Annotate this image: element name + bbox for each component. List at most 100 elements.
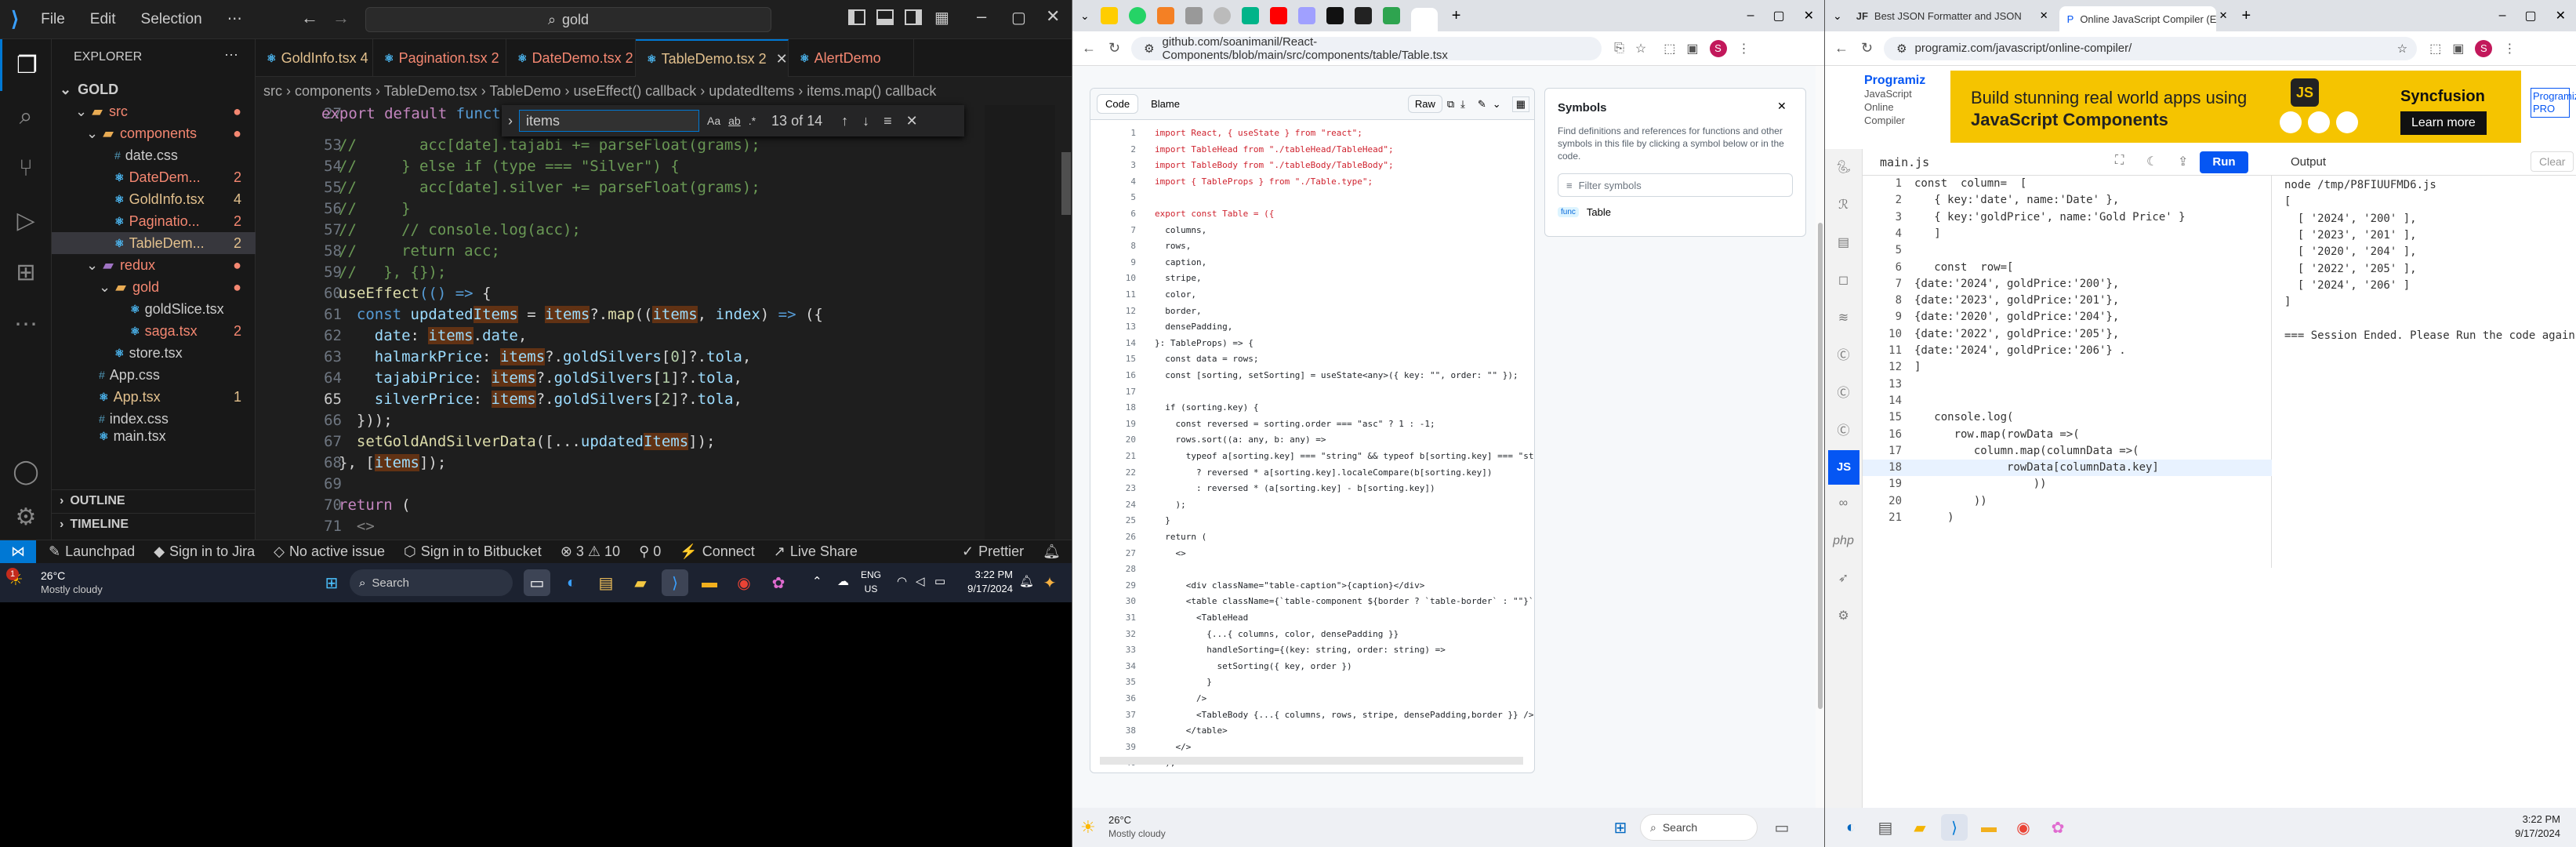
wifi-icon[interactable]: ◠ [897,574,907,588]
vscode-taskbar-icon[interactable]: ⟩ [662,569,688,596]
copilot-icon[interactable]: ✦ [1036,569,1063,596]
regex-icon[interactable]: .* [749,115,756,127]
minimize-icon[interactable]: – [977,6,986,27]
ad-learn-more-button[interactable]: Learn more [2400,111,2487,135]
search-view-icon[interactable]: ⌕ [0,91,52,143]
whole-word-icon[interactable]: ab [728,115,741,127]
explorer-more-icon[interactable]: ⋯ [224,47,238,64]
tree-item-pagination[interactable]: ⚛ Paginatio... 2 [52,210,256,232]
chrome-icon[interactable]: ◉ [731,569,757,596]
copy-icon[interactable]: ⧉ [1447,98,1454,111]
star-icon[interactable]: ☆ [2397,42,2407,56]
account-icon[interactable]: ◯ [0,445,52,497]
battery-icon[interactable]: ▭ [934,574,945,588]
tree-item-index-css[interactable]: # index.css [52,408,256,430]
store-icon[interactable]: ▤ [593,569,619,596]
customize-layout-icon[interactable]: ▦ [934,8,949,27]
theme-toggle-icon[interactable]: ☾ [2146,154,2157,169]
close-icon[interactable]: ✕ [1804,8,1814,24]
tree-item-gold[interactable]: ⌄ ▰ gold ● [52,276,256,298]
close-icon[interactable]: ✕ [1777,100,1787,113]
minimap[interactable] [985,105,1055,540]
status-ports[interactable]: ⚲ 0 [639,543,661,560]
programiz-pro-link[interactable]: Programiz PRO [2531,88,2576,118]
minimize-icon[interactable]: – [1747,9,1754,23]
more-icon[interactable]: ⋮ [1738,41,1751,56]
outline-section[interactable]: › OUTLINE [52,489,256,511]
menu-selection[interactable]: Selection [141,11,202,28]
download-icon[interactable]: ⤓ [1460,98,1465,111]
tree-root-gold[interactable]: ⌄ GOLD [52,78,256,100]
file-tab[interactable]: main.js [1880,155,1929,169]
programiz-logo-block[interactable]: Programiz JavaScript Online Compiler [1864,74,1935,127]
tree-item-main-tsx[interactable]: ⚛ main.tsx [52,430,256,442]
rust-icon[interactable]: ⚙ [1825,598,1862,635]
app-icon[interactable]: ✿ [765,569,792,596]
windows-start-icon[interactable]: ⊞ [1607,814,1634,841]
weather-widget[interactable]: ☀ 1 [6,568,34,596]
symbols-panel-icon[interactable]: ▦ [1511,96,1529,112]
tree-item-date-css[interactable]: # date.css [52,144,256,166]
forward-arrow-icon[interactable]: → [332,8,350,28]
close-icon[interactable]: ✕ [2556,8,2566,24]
filter-symbols-input[interactable]: ≡ Filter symbols [1558,173,1793,197]
tree-item-app-css[interactable]: # App.css [52,364,256,386]
store-icon[interactable]: ▤ [1872,814,1899,841]
back-arrow-icon[interactable]: ← [1082,40,1096,56]
install-icon[interactable]: ⎘ [1614,42,1624,56]
status-jira[interactable]: Sign in to Jira [169,543,255,560]
volume-icon[interactable]: ◁ [916,574,925,588]
status-prettier[interactable]: Prettier [978,543,1024,560]
file-manager-icon[interactable]: ▬ [1976,814,2002,841]
tab-close-icon[interactable]: ✕ [776,51,788,67]
tree-item-tabledemo[interactable]: ⚛ TableDem... 2 [52,232,256,254]
tab-datedemo[interactable]: ⚛ DateDemo.tsx 2 [506,39,636,77]
language-indicator[interactable]: ENG US [861,568,881,596]
tree-item-src[interactable]: ⌄ ▰ src ● [52,100,256,122]
browser-tab-json[interactable]: JF Best JSON Formatter and JSON [1856,10,2037,22]
tab-favicon[interactable] [1213,7,1231,24]
symbol-item-table[interactable]: func Table [1558,206,1611,218]
close-icon[interactable]: ✕ [1046,6,1060,27]
toggle-panel-icon[interactable] [876,9,894,25]
toggle-sidebar-icon[interactable] [848,9,865,25]
fullscreen-icon[interactable]: ⛶ [2115,154,2124,168]
file-explorer-icon[interactable]: ▰ [1907,814,1933,841]
breadcrumb[interactable]: src › components › TableDemo.tsx › Table… [256,77,1072,105]
tab-close-icon[interactable]: ✕ [2219,9,2228,22]
raw-button[interactable]: Raw [1407,95,1442,113]
onedrive-icon[interactable]: ☁ [837,574,849,588]
tab-blame[interactable]: Blame [1143,95,1188,113]
tab-favicon[interactable] [1326,7,1344,24]
tab-favicon[interactable] [1100,7,1118,24]
explorer-icon[interactable]: ❐ [0,39,52,91]
find-input[interactable]: items [519,110,699,132]
tab-favicon[interactable] [1156,7,1174,24]
run-button[interactable]: Run [2200,151,2248,173]
chevron-up-icon[interactable]: ⌃ [812,574,822,588]
bell-icon[interactable]: 🔔︎ [1043,543,1061,560]
match-case-icon[interactable]: Aa [707,115,720,127]
tab-favicon[interactable] [1354,7,1372,24]
tree-item-saga[interactable]: ⚛ saga.tsx 2 [52,320,256,342]
chevron-right-icon[interactable]: › [508,113,513,129]
sun-icon[interactable]: ☀ [1080,817,1096,838]
back-arrow-icon[interactable]: ← [301,8,318,28]
vscode-taskbar-icon[interactable]: ⟩ [1941,814,1968,841]
clock[interactable]: 3:22 PM 9/17/2024 [958,568,1013,596]
back-arrow-icon[interactable]: ← [1834,40,1849,56]
menu-more-icon[interactable]: ⋯ [227,10,242,28]
tab-tabledemo[interactable]: ⚛ TableDemo.tsx 2 ✕ [636,39,789,77]
chrome-icon[interactable]: ◉ [2010,814,2037,841]
tree-item-datedemo[interactable]: ⚛ DateDem... 2 [52,166,256,188]
avatar[interactable]: S [2475,39,2493,57]
windows-start-icon[interactable]: ⊞ [318,569,345,596]
tree-item-goldslice[interactable]: ⚛ goldSlice.tsx [52,298,256,320]
status-bitbucket[interactable]: Sign in to Bitbucket [421,543,542,560]
profile-icon[interactable]: ▣ [2452,41,2464,56]
tab-favicon[interactable] [1269,7,1287,24]
find-in-selection-icon[interactable]: ≡ [883,113,892,129]
address-bar[interactable]: ⚙ github.com/soanimanil/React-Components/… [1131,35,1602,62]
taskbar-search[interactable]: ⌕ Search [350,569,513,596]
avatar[interactable]: S [1709,39,1727,57]
